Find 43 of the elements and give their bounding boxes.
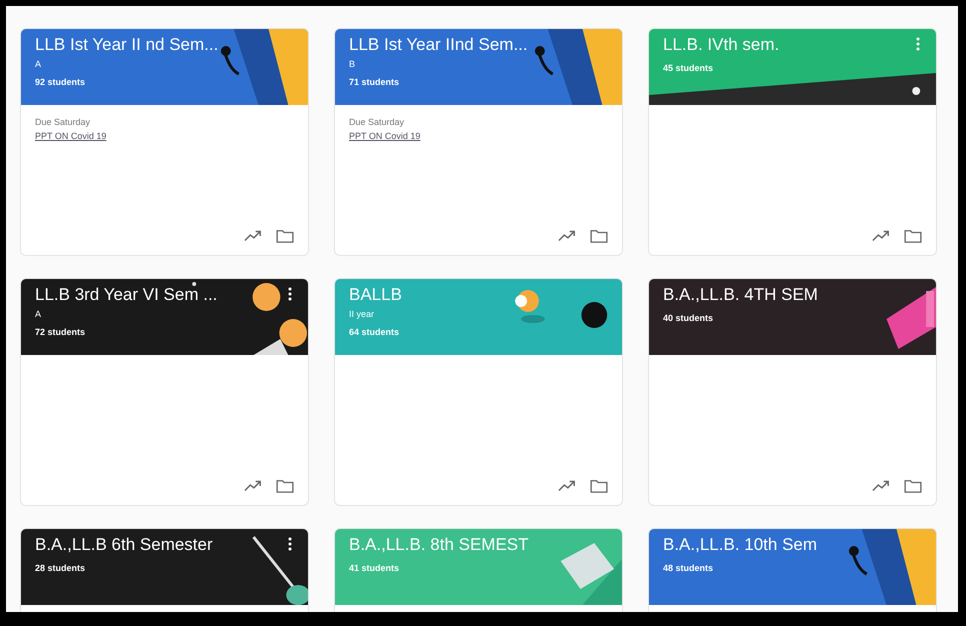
student-count: 28 students — [35, 563, 86, 573]
student-count: 48 students — [663, 563, 714, 573]
class-card[interactable]: LLB Ist Year IInd Sem... B 71 students Due Saturday PPT ON Covid 19 — [334, 28, 623, 256]
assignment-link[interactable]: PPT ON Covid 19 — [349, 131, 420, 141]
more-icon[interactable] — [288, 287, 292, 301]
student-count: 92 students — [35, 77, 86, 87]
student-count: 64 students — [349, 327, 400, 337]
trend-icon[interactable] — [872, 229, 890, 243]
trend-icon[interactable] — [244, 229, 262, 243]
folder-icon[interactable] — [276, 479, 294, 493]
student-count: 40 students — [663, 313, 714, 323]
folder-icon[interactable] — [276, 229, 294, 243]
due-label: Due Saturday — [349, 117, 406, 127]
class-section: II year — [349, 309, 608, 319]
trend-icon[interactable] — [558, 479, 576, 493]
class-title[interactable]: B.A.,LL.B. 10th Sem — [663, 535, 922, 555]
folder-icon[interactable] — [904, 229, 922, 243]
class-title[interactable]: LLB Ist Year IInd Sem... — [349, 35, 608, 55]
trend-icon[interactable] — [872, 479, 890, 493]
trend-icon[interactable] — [244, 479, 262, 493]
folder-icon[interactable] — [904, 479, 922, 493]
assignment-link[interactable]: PPT ON Covid 19 — [35, 131, 106, 141]
student-count: 72 students — [35, 327, 86, 337]
class-title[interactable]: LL.B 3rd Year VI Sem ... — [35, 285, 294, 305]
class-section: A — [35, 309, 294, 319]
class-title[interactable]: B.A.,LL.B 6th Semester — [35, 535, 294, 555]
folder-icon[interactable] — [590, 479, 608, 493]
class-title[interactable]: B.A.,LL.B. 4TH SEM — [663, 285, 922, 305]
class-title[interactable]: LLB Ist Year II nd Sem... — [35, 35, 294, 55]
class-card[interactable]: B.A.,LL.B. 10th Sem 48 students — [648, 528, 937, 612]
more-icon[interactable] — [288, 537, 292, 551]
class-card[interactable]: B.A.,LL.B 6th Semester 28 students — [20, 528, 309, 612]
due-label: Due Saturday — [35, 117, 92, 127]
student-count: 71 students — [349, 77, 400, 87]
class-card[interactable]: LL.B 3rd Year VI Sem ... A 72 students — [20, 278, 309, 506]
class-section: B — [349, 59, 608, 69]
class-section: A — [35, 59, 294, 69]
class-card[interactable]: B.A.,LL.B. 4TH SEM 40 students — [648, 278, 937, 506]
trend-icon[interactable] — [558, 229, 576, 243]
folder-icon[interactable] — [590, 229, 608, 243]
class-card[interactable]: LLB Ist Year II nd Sem... A 92 students Due Saturday PPT ON Covid 19 — [20, 28, 309, 256]
student-count: 41 students — [349, 563, 400, 573]
student-count: 45 students — [663, 63, 714, 73]
